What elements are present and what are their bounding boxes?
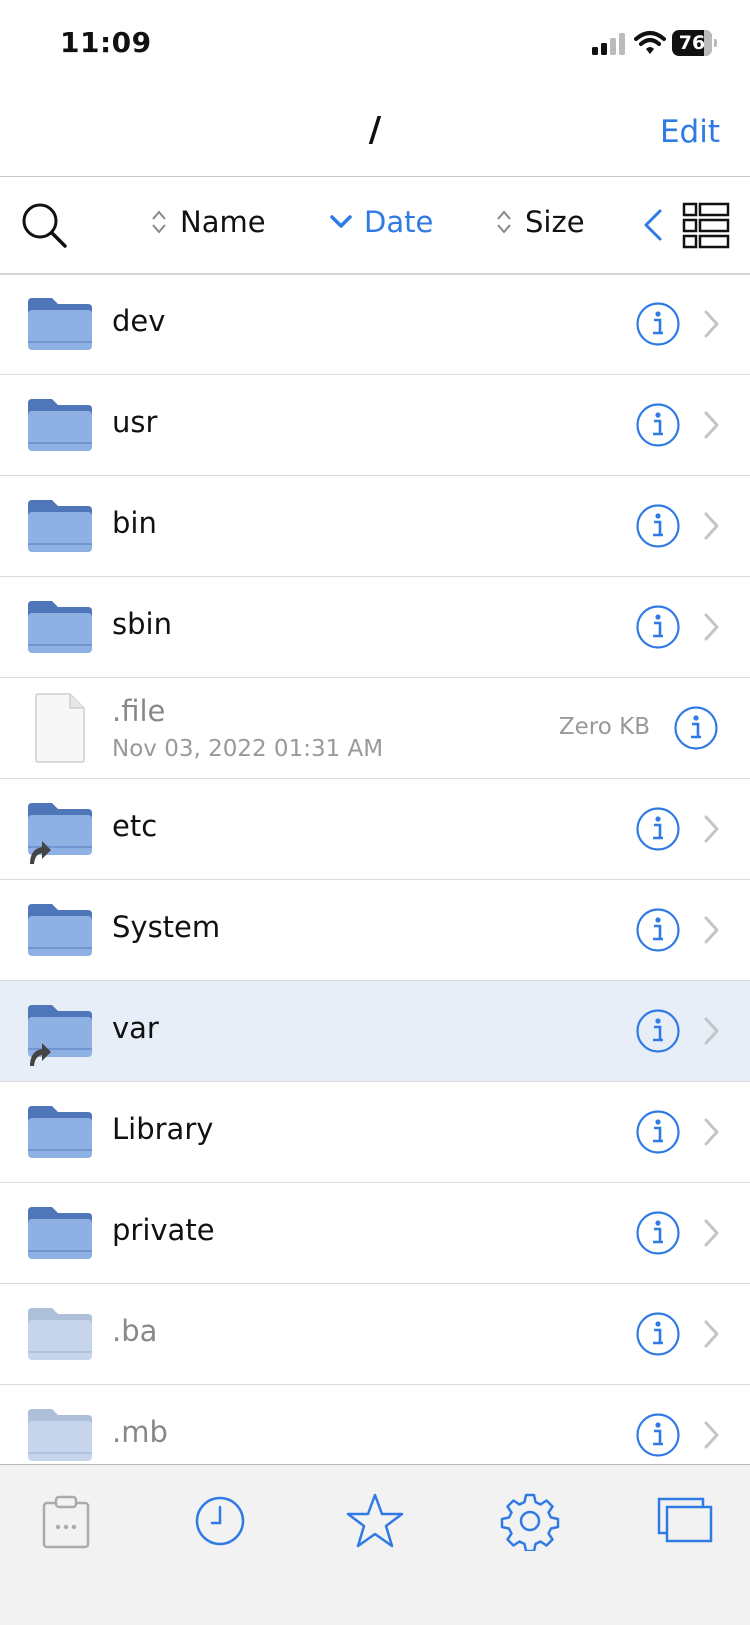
info-icon[interactable] <box>636 1211 680 1255</box>
list-item[interactable]: bin <box>0 476 750 577</box>
info-icon[interactable] <box>636 605 680 649</box>
list-item[interactable]: var <box>0 981 750 1082</box>
info-icon[interactable] <box>636 908 680 952</box>
list-item[interactable]: .file Nov 03, 2022 01:31 AM Zero KB <box>0 678 750 779</box>
battery-icon: 76 <box>672 30 718 56</box>
folder-icon <box>28 1409 92 1461</box>
list-item[interactable]: .ba <box>0 1284 750 1385</box>
page-title: / <box>368 110 382 150</box>
list-item[interactable]: private <box>0 1183 750 1284</box>
info-icon[interactable] <box>636 504 680 548</box>
alias-arrow-icon <box>30 841 51 864</box>
tab-bar <box>0 1464 750 1625</box>
list-item[interactable]: etc <box>0 779 750 880</box>
windows-icon[interactable] <box>655 1491 715 1551</box>
chevron-left-icon[interactable] <box>640 205 666 245</box>
item-name: etc <box>112 809 158 843</box>
item-name: private <box>112 1213 215 1247</box>
clipboard-icon[interactable] <box>36 1491 96 1551</box>
folder-icon <box>28 601 92 653</box>
item-name: dev <box>112 304 166 338</box>
list-layout-icon[interactable] <box>682 201 730 249</box>
sort-toggle-icon <box>152 210 166 234</box>
chevron-right-icon <box>704 815 719 843</box>
folder-icon <box>28 1207 92 1259</box>
sort-by-size-button[interactable]: Size <box>495 205 585 239</box>
folder-icon <box>28 904 92 956</box>
chevron-down-icon <box>330 215 352 228</box>
list-item[interactable]: dev <box>0 274 750 375</box>
sort-date-label: Date <box>364 205 434 239</box>
file-list: dev usr bin sbin .file Nov 03, 2022 01:31 AM Z… <box>0 274 750 1486</box>
search-icon[interactable] <box>20 201 68 249</box>
item-date: Nov 03, 2022 01:31 AM <box>112 736 384 762</box>
item-name: usr <box>112 405 158 439</box>
sort-toggle-icon <box>497 210 511 234</box>
chevron-right-icon <box>704 1017 719 1045</box>
chevron-right-icon <box>704 613 719 641</box>
info-icon[interactable] <box>636 1312 680 1356</box>
item-name: Library <box>112 1112 214 1146</box>
info-icon[interactable] <box>636 807 680 851</box>
item-name: var <box>112 1011 159 1045</box>
folder-icon <box>28 500 92 552</box>
item-size: Zero KB <box>558 714 650 740</box>
chevron-right-icon <box>704 1219 719 1247</box>
sort-by-name-button[interactable]: Name <box>150 205 266 239</box>
edit-button[interactable]: Edit <box>660 114 720 150</box>
navigation-bar: / Edit <box>0 90 750 177</box>
folder-icon <box>28 1106 92 1158</box>
chevron-right-icon <box>704 411 719 439</box>
item-name: .ba <box>112 1314 158 1348</box>
chevron-right-icon <box>704 1118 719 1146</box>
alias-arrow-icon <box>30 1043 51 1066</box>
chevron-right-icon <box>704 916 719 944</box>
list-item[interactable]: Library <box>0 1082 750 1183</box>
item-name: .mb <box>112 1415 168 1449</box>
folder-icon <box>28 1308 92 1360</box>
document-icon <box>35 693 85 763</box>
sort-size-label: Size <box>525 205 585 239</box>
cellular-signal-icon <box>592 33 625 55</box>
folder-icon <box>28 399 92 451</box>
info-icon[interactable] <box>636 302 680 346</box>
gear-icon[interactable] <box>500 1491 560 1551</box>
chevron-right-icon <box>704 310 719 338</box>
battery-level: 76 <box>678 32 706 54</box>
sort-toolbar: Name Date Size <box>0 177 750 275</box>
wifi-icon <box>634 31 666 54</box>
item-name: sbin <box>112 607 172 641</box>
status-bar: 11:09 76 <box>0 0 750 90</box>
sort-name-label: Name <box>180 205 266 239</box>
info-icon[interactable] <box>636 403 680 447</box>
star-icon[interactable] <box>345 1491 405 1551</box>
list-item[interactable]: usr <box>0 375 750 476</box>
sort-by-date-button[interactable]: Date <box>330 205 433 239</box>
item-name: .file <box>112 694 166 728</box>
item-name: bin <box>112 506 157 540</box>
info-icon[interactable] <box>674 706 718 750</box>
info-icon[interactable] <box>636 1110 680 1154</box>
clock-icon[interactable] <box>190 1491 250 1551</box>
list-item[interactable]: sbin <box>0 577 750 678</box>
chevron-right-icon <box>704 1320 719 1348</box>
status-time: 11:09 <box>60 26 152 59</box>
list-item[interactable]: System <box>0 880 750 981</box>
chevron-right-icon <box>704 1421 719 1449</box>
item-name: System <box>112 910 221 944</box>
folder-icon <box>28 298 92 350</box>
chevron-right-icon <box>704 512 719 540</box>
info-icon[interactable] <box>636 1413 680 1457</box>
info-icon[interactable] <box>636 1009 680 1053</box>
